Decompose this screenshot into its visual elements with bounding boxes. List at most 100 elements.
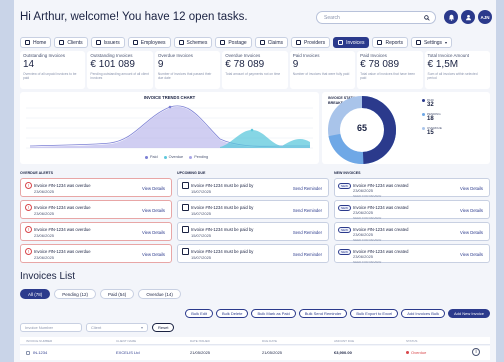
claims-icon: [259, 40, 265, 45]
data-point: [250, 128, 254, 132]
calendar-icon: [182, 182, 189, 189]
chevron-down-icon: ▾: [445, 40, 448, 45]
bulk-edit-button[interactable]: Bulk Edit: [185, 309, 213, 318]
overdue-card: ! Invoice #IN-1234 was overdue 23/06/202…: [20, 244, 172, 263]
new-invoices-column: NEW INVOICES NEW Invoice #IN-1234 was cr…: [334, 171, 490, 266]
alert-icon: !: [25, 226, 32, 233]
send-reminder-link[interactable]: Send Reminder: [293, 186, 322, 191]
chevron-down-icon: ▾: [140, 325, 143, 330]
tab-paid[interactable]: Paid (54): [100, 289, 135, 299]
bulk-send-reminder-button[interactable]: Bulk Send Reminder: [298, 309, 348, 318]
invoice-number-filter[interactable]: Invoice Number: [20, 323, 82, 332]
calendar-icon: [182, 248, 189, 255]
send-reminder-link[interactable]: Send Reminder: [293, 230, 322, 235]
nav-item-issuers[interactable]: Issuers: [90, 37, 125, 48]
new-invoices-title: NEW INVOICES: [334, 171, 361, 175]
invoice-tabs: All (78) Pending (12) Paid (54) Overdue …: [20, 289, 181, 299]
issuers-icon: [95, 40, 101, 45]
new-badge: NEW: [338, 183, 351, 189]
new-invoice-card: NEW Invoice #IN-1234 was created 23/06/2…: [334, 178, 490, 198]
clients-icon: [59, 40, 65, 45]
send-reminder-link[interactable]: Send Reminder: [293, 252, 322, 257]
main-nav: Home Clients Issuers Employees Schemes P…: [20, 37, 490, 48]
bulk-export-button[interactable]: Bulk Export to Excel: [350, 309, 399, 318]
reset-button[interactable]: Reset: [152, 323, 175, 332]
nav-item-home[interactable]: Home: [20, 37, 52, 48]
nav-item-settings[interactable]: Settings ▾: [410, 37, 453, 48]
view-details-link[interactable]: View Details: [142, 252, 165, 257]
view-details-link[interactable]: View Details: [460, 208, 483, 213]
invoices-list-title: Invoices List: [20, 271, 76, 282]
legend-pending: Pending: [189, 155, 208, 159]
notification-button[interactable]: [444, 10, 458, 24]
bulk-delete-button[interactable]: Bulk Delete: [216, 309, 249, 318]
overdue-card: ! Invoice #IN-1234 was overdue 23/06/202…: [20, 222, 172, 241]
upcoming-card: Invoice #IN-1234 must be paid by 15/07/2…: [177, 222, 329, 241]
nav-item-postage[interactable]: Postage: [215, 37, 252, 48]
schemes-icon: [178, 40, 184, 45]
search-placeholder: Search: [324, 15, 340, 21]
legend-overdue: Overdue: [163, 155, 183, 159]
profile-button[interactable]: [461, 10, 475, 24]
nav-item-employees[interactable]: Employees: [127, 37, 171, 48]
bulk-mark-paid-button[interactable]: Bulk Mark as Paid: [251, 309, 296, 318]
overdue-title: OVERDUE ALERTS: [20, 171, 54, 175]
stats-row: Outstanding Invoices 14 Overview of all un…: [20, 51, 490, 89]
nav-item-reports[interactable]: Reports: [372, 37, 408, 48]
dashboard-page: Hi Arthur, welcome! You have 12 open tas…: [14, 0, 496, 362]
upcoming-card: Invoice #IN-1234 must be paid by 15/07/2…: [177, 244, 329, 263]
bell-icon: [448, 14, 454, 21]
top-bar: Hi Arthur, welcome! You have 12 open tas…: [20, 9, 492, 27]
view-details-link[interactable]: View Details: [142, 208, 165, 213]
view-details-link[interactable]: View Details: [460, 230, 483, 235]
invoice-trends-panel: INVOICE TRENDS CHART Paid Overdue Pendin…: [20, 92, 319, 164]
stat-card: Overdue Invoices 9 Number of invoices that…: [154, 51, 221, 89]
upcoming-card: Invoice #IN-1234 must be paid by 15/07/2…: [177, 200, 329, 219]
table-row[interactable]: IN-1234 EXCELIS Ltd 21/05/2025 21/05/202…: [20, 346, 490, 360]
bulk-actions: Bulk Edit Bulk Delete Bulk Mark as Paid …: [185, 309, 490, 318]
nav-item-providers[interactable]: Providers: [290, 37, 331, 48]
new-badge: NEW: [338, 227, 351, 233]
nav-item-schemes[interactable]: Schemes: [173, 37, 213, 48]
view-details-link[interactable]: View Details: [460, 186, 483, 191]
send-reminder-link[interactable]: Send Reminder: [293, 208, 322, 213]
providers-icon: [295, 40, 301, 45]
overdue-card: ! Invoice #IN-1234 was overdue 23/06/202…: [20, 200, 172, 219]
view-details-link[interactable]: View Details: [142, 230, 165, 235]
alert-icon: !: [25, 248, 32, 255]
nav-item-invoices[interactable]: Invoices: [333, 37, 370, 48]
stat-card: Paid Invoices € 78 089 Total value of invo…: [357, 51, 423, 89]
stat-card: Total Invoice Amount € 1,5M Sum of all inv…: [424, 51, 490, 89]
trends-chart: [26, 105, 313, 149]
tab-all[interactable]: All (78): [20, 289, 51, 299]
postage-icon: [220, 40, 226, 45]
tab-pending[interactable]: Pending (12): [54, 289, 97, 299]
view-details-link[interactable]: View Details: [460, 252, 483, 257]
tab-overdue[interactable]: Overdue (14): [138, 289, 181, 299]
alert-icon: !: [25, 204, 32, 211]
nav-item-clients[interactable]: Clients: [54, 37, 88, 48]
data-point: [168, 105, 172, 109]
stat-card: Paid Invoices 9 Number of invoices that we…: [289, 51, 356, 89]
nav-item-claims[interactable]: Claims: [254, 37, 288, 48]
row-info-icon[interactable]: i: [472, 348, 480, 356]
invoice-filters: Invoice Number Client ▾ Reset: [20, 323, 175, 332]
client-filter[interactable]: Client ▾: [86, 323, 148, 332]
row-checkbox[interactable]: [26, 350, 30, 355]
upcoming-due-column: UPCOMING DUE Invoice #IN-1234 must be pa…: [177, 171, 329, 266]
avatar[interactable]: AJN: [478, 10, 492, 24]
add-new-invoice-button[interactable]: Add New Invoice: [447, 309, 490, 318]
user-icon: [465, 14, 471, 20]
invoice-status-panel: INVOICE STATUS BREAKDOWN 65 PAID 32 PEND…: [322, 92, 490, 164]
add-invoices-bulk-button[interactable]: Add Invoices Bulk: [401, 309, 445, 318]
upcoming-title: UPCOMING DUE: [177, 171, 206, 175]
new-invoice-card: NEW Invoice #IN-1234 was created 23/06/2…: [334, 244, 490, 264]
employees-icon: [132, 40, 138, 45]
new-badge: NEW: [338, 205, 351, 211]
legend-paid: Paid: [145, 155, 158, 159]
new-invoice-card: NEW Invoice #IN-1234 was created 23/06/2…: [334, 200, 490, 220]
calendar-icon: [182, 204, 189, 211]
search-input[interactable]: Search: [316, 11, 436, 24]
stat-card: Overdue Invoices € 78 089 Total amount of …: [222, 51, 288, 89]
view-details-link[interactable]: View Details: [142, 186, 165, 191]
